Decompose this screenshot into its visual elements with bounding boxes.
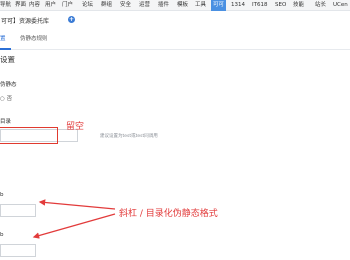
nav-item-yunying[interactable]: 运营: [139, 2, 150, 8]
field-label-d: b: [0, 232, 4, 238]
nav-item-ucenter[interactable]: UCen: [333, 2, 348, 8]
nav-item-yonghu[interactable]: 用户: [45, 2, 56, 8]
annotation-rewrite-format: 斜杠 / 目录化伪静态格式: [119, 209, 218, 219]
nav-item-zhanzhang[interactable]: 站长: [315, 2, 326, 8]
arrow-lower: [32, 213, 116, 239]
nav-item-anquan[interactable]: 安全: [120, 2, 131, 8]
field-input-c[interactable]: [0, 204, 36, 217]
nav-item-seo[interactable]: SEO: [275, 2, 286, 8]
nav-item-luntan[interactable]: 论坛: [82, 2, 93, 8]
arrow-upper: [38, 199, 116, 210]
tab-rewrite-rules[interactable]: 伪静态规则: [20, 36, 48, 43]
field-input-d[interactable]: [0, 244, 36, 257]
nav-item-gongju[interactable]: 工具: [195, 2, 206, 8]
nav-item-jineng[interactable]: 技能: [293, 2, 304, 8]
nav-item-muban[interactable]: 模板: [177, 2, 188, 8]
page-header: [0, 12, 350, 27]
static-label: 伪静态: [0, 82, 17, 88]
nav-item-neirong[interactable]: 内容: [29, 2, 40, 8]
nav-item-keke[interactable]: 可可: [211, 0, 227, 11]
dir-hint: 建议设置为test或test同调用: [100, 134, 158, 139]
nav-item-it618[interactable]: IT618: [252, 2, 267, 8]
nav-item-jiemian[interactable]: 界面: [15, 2, 26, 8]
top-nav-bar: 导航 界面 内容 用户 门户 论坛 群组 安全 运营 插件 模板 工具 可可 1…: [0, 0, 350, 11]
tab-settings[interactable]: 置: [0, 36, 6, 43]
annotation-highlight-box: [0, 127, 58, 144]
nav-item-chajian[interactable]: 插件: [158, 2, 169, 8]
plus-circle-icon[interactable]: +: [68, 16, 75, 23]
nav-item-1314[interactable]: 1314: [231, 2, 245, 8]
nav-item-menhu[interactable]: 门户: [62, 2, 73, 8]
active-tab-indicator: [0, 48, 11, 50]
section-title: 设置: [0, 55, 15, 64]
tab-bar: 置 伪静态规则: [0, 28, 350, 50]
annotation-liukong: 留空: [66, 122, 85, 132]
dir-label: 目录: [0, 119, 12, 125]
field-label-c: b: [0, 192, 4, 198]
nav-item-daohang[interactable]: 导航: [0, 2, 11, 8]
page-title: 可可】资源委托库: [1, 18, 50, 25]
nav-item-qunzu[interactable]: 群组: [101, 2, 112, 8]
radio-no-label: 否: [6, 96, 13, 102]
radio-no[interactable]: ○ 否: [0, 94, 12, 102]
